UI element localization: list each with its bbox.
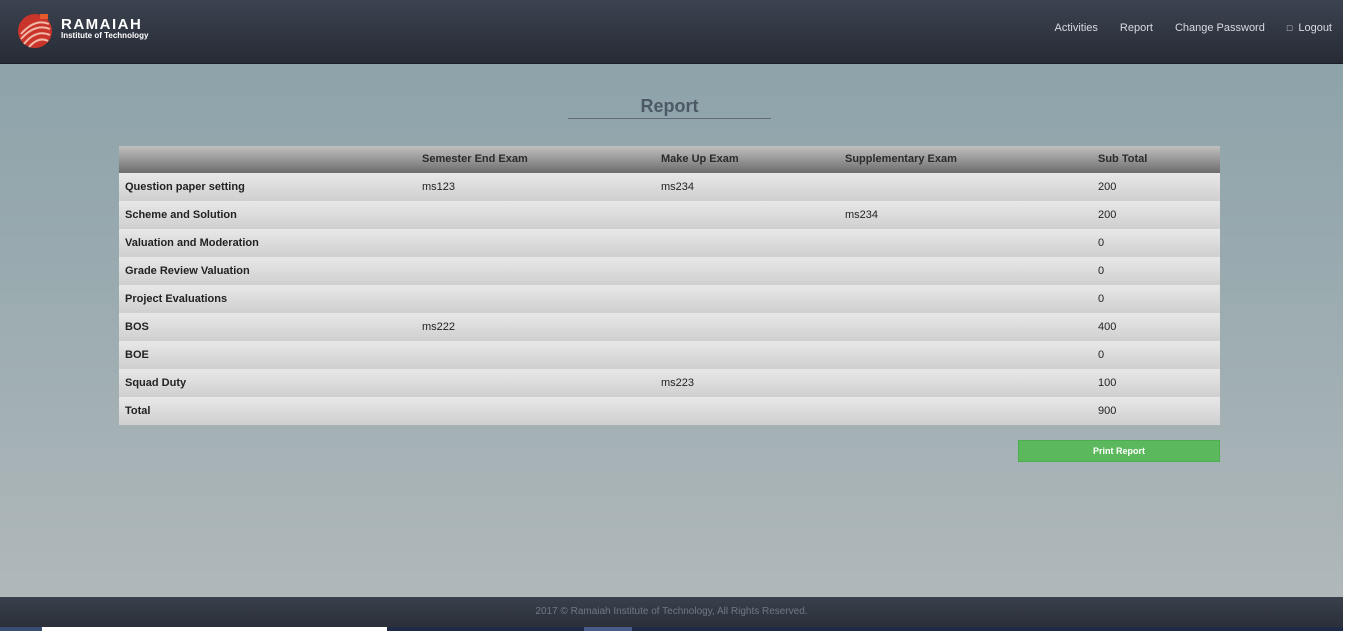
row-label: BOE xyxy=(125,349,149,361)
table-cell: 0 xyxy=(1098,265,1105,277)
table-cell: 900 xyxy=(1098,405,1117,417)
table-row: BOE 0 xyxy=(119,341,1220,369)
title-underline xyxy=(568,118,771,119)
footer: 2017 © Ramaiah Institute of Technology, … xyxy=(0,597,1343,627)
table-row: Total 900 xyxy=(119,397,1220,425)
table-cell: ms234 xyxy=(661,181,695,193)
header-make-up-exam: Make Up Exam xyxy=(661,153,739,165)
page-title: Report xyxy=(640,96,699,116)
table-cell: ms222 xyxy=(422,321,456,333)
row-label: Project Evaluations xyxy=(125,293,228,305)
table-cell: ms223 xyxy=(661,377,695,389)
table-cell: 0 xyxy=(1098,237,1105,249)
taskbar-segment xyxy=(42,627,387,631)
nav-logout[interactable]: □ Logout xyxy=(1287,22,1332,34)
table-row: Question paper setting ms123 ms234 200 xyxy=(119,173,1220,201)
nav-activities[interactable]: Activities xyxy=(1055,22,1098,34)
table-row: Project Evaluations 0 xyxy=(119,285,1220,313)
table-cell: 0 xyxy=(1098,349,1105,361)
header-semester-end-exam: Semester End Exam xyxy=(422,153,528,165)
row-label: Total xyxy=(125,405,151,417)
brand-subtitle: Institute of Technology xyxy=(61,31,149,40)
table-cell: ms123 xyxy=(422,181,456,193)
table-cell: 400 xyxy=(1098,321,1117,333)
table-row: Squad Duty ms223 100 xyxy=(119,369,1220,397)
table-cell: 0 xyxy=(1098,293,1105,305)
table-header: Semester End Exam Make Up Exam Supplemen… xyxy=(119,146,1220,173)
row-label: Grade Review Valuation xyxy=(125,265,250,277)
report-table: Semester End Exam Make Up Exam Supplemen… xyxy=(119,146,1220,425)
table-body: Question paper setting ms123 ms234 200 Schem… xyxy=(119,173,1220,425)
table-row: Grade Review Valuation 0 xyxy=(119,257,1220,285)
print-report-button[interactable]: Print Report xyxy=(1018,440,1220,462)
nav-change-password[interactable]: Change Password xyxy=(1175,22,1265,34)
row-label: Scheme and Solution xyxy=(125,209,237,221)
row-label: BOS xyxy=(125,321,149,333)
taskbar-segment xyxy=(0,627,42,631)
header-sub-total: Sub Total xyxy=(1098,153,1148,165)
nav-report[interactable]: Report xyxy=(1120,22,1153,34)
table-row: BOS ms222 400 xyxy=(119,313,1220,341)
logout-icon: □ xyxy=(1286,23,1293,33)
nav-logout-label: Logout xyxy=(1298,22,1332,34)
table-row: Valuation and Moderation 0 xyxy=(119,229,1220,257)
page-background: RAMAIAH Institute of Technology Activiti… xyxy=(0,0,1343,631)
ramaiah-logo-icon[interactable] xyxy=(16,12,54,50)
window-edge xyxy=(1343,0,1347,631)
taskbar-strip xyxy=(0,627,1343,631)
row-label: Squad Duty xyxy=(125,377,187,389)
taskbar-segment xyxy=(584,627,632,631)
table-cell: 200 xyxy=(1098,209,1117,221)
table-cell: 100 xyxy=(1098,377,1117,389)
header-supplementary-exam: Supplementary Exam xyxy=(845,153,957,165)
top-navbar: RAMAIAH Institute of Technology Activiti… xyxy=(0,0,1343,64)
main-nav: Activities Report Change Password □ Logo… xyxy=(1055,22,1332,34)
table-row: Scheme and Solution ms234 200 xyxy=(119,201,1220,229)
row-label: Valuation and Moderation xyxy=(125,237,259,249)
table-cell: ms234 xyxy=(845,209,879,221)
table-cell: 200 xyxy=(1098,181,1117,193)
row-label: Question paper setting xyxy=(125,181,245,193)
